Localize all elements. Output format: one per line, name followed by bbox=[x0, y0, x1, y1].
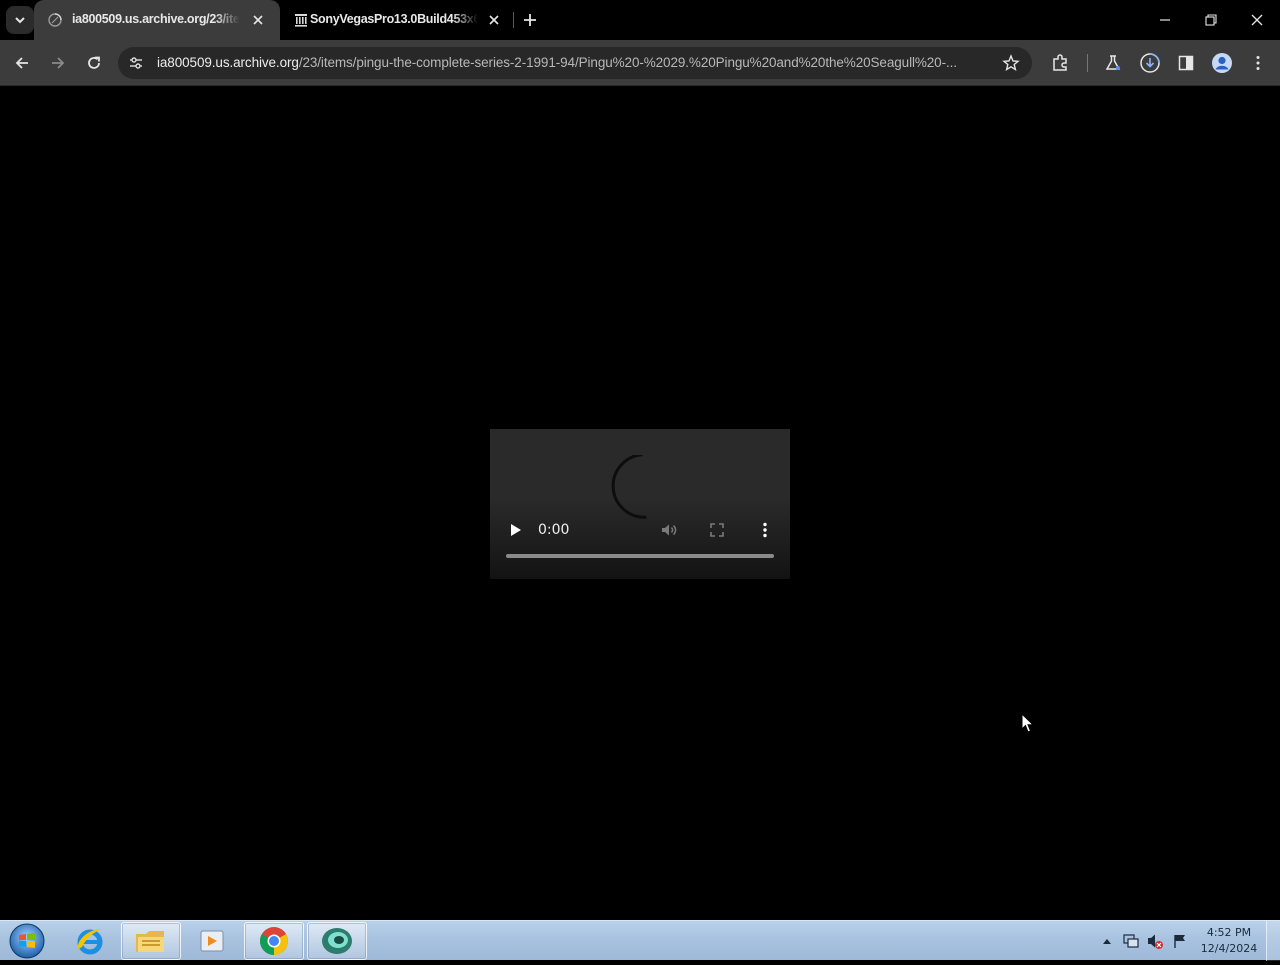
address-bar[interactable]: ia800509.us.archive.org/23/items/pingu-t… bbox=[118, 47, 1032, 79]
reload-icon bbox=[88, 56, 100, 69]
mute-icon[interactable] bbox=[660, 521, 678, 539]
url-path: /23/items/pingu-the-complete-series-2-19… bbox=[298, 55, 957, 70]
toolbar-divider bbox=[1087, 54, 1088, 72]
archive-org-icon bbox=[295, 14, 307, 27]
tab-title: SonyVegasPro13.0Build453x64 bbox=[310, 12, 478, 26]
downloads-icon bbox=[1140, 53, 1160, 73]
video-current-time: 0:00 bbox=[538, 522, 570, 538]
url-host: ia800509.us.archive.org bbox=[157, 55, 299, 70]
site-settings-icon[interactable] bbox=[128, 55, 144, 71]
new-tab-icon[interactable] bbox=[520, 10, 540, 30]
taskbar-internet-explorer[interactable] bbox=[60, 922, 120, 960]
more-options-icon[interactable] bbox=[756, 521, 774, 539]
taskbar-file-explorer[interactable] bbox=[121, 922, 181, 960]
loading-spinner-icon bbox=[611, 455, 647, 519]
taskbar: 4:52 PM 12/4/2024 bbox=[0, 920, 1280, 961]
back-icon bbox=[15, 57, 28, 69]
side-panel-button[interactable] bbox=[1174, 51, 1198, 75]
tab-search-button[interactable] bbox=[6, 6, 34, 34]
taskbar-chrome[interactable] bbox=[244, 922, 304, 960]
fullscreen-icon[interactable] bbox=[709, 522, 725, 538]
labs-button[interactable] bbox=[1101, 51, 1125, 75]
browser-toolbar: ia800509.us.archive.org/23/items/pingu-t… bbox=[0, 40, 1280, 86]
restore-icon[interactable] bbox=[1199, 8, 1223, 32]
chevron-down-icon bbox=[15, 17, 25, 24]
tab-strip: ia800509.us.archive.org/23/items/pingu-t… bbox=[0, 0, 1280, 40]
profile-icon bbox=[1212, 53, 1232, 73]
chrome-icon bbox=[260, 927, 288, 955]
show-desktop-button[interactable] bbox=[1266, 921, 1280, 961]
windows-start-icon bbox=[9, 923, 45, 959]
show-hidden-icons-icon[interactable] bbox=[1101, 927, 1113, 955]
bluestacks-icon bbox=[322, 928, 352, 954]
volume-muted-icon[interactable] bbox=[1146, 927, 1164, 955]
media-player-icon bbox=[200, 930, 224, 952]
action-center-flag-icon[interactable] bbox=[1171, 927, 1189, 955]
taskbar-clock[interactable]: 4:52 PM 12/4/2024 bbox=[1196, 925, 1262, 957]
globe-loading-icon bbox=[48, 13, 62, 27]
close-tab-icon[interactable] bbox=[486, 12, 502, 28]
extensions-icon bbox=[1053, 54, 1067, 71]
chrome-menu-button[interactable] bbox=[1246, 51, 1270, 75]
menu-icon bbox=[1256, 56, 1260, 70]
tab-active[interactable]: ia800509.us.archive.org/23/items/pingu-t… bbox=[34, 0, 280, 40]
reload-button[interactable] bbox=[82, 51, 106, 75]
start-button[interactable] bbox=[6, 922, 48, 960]
close-tab-icon[interactable] bbox=[250, 12, 266, 28]
play-icon[interactable] bbox=[506, 521, 524, 539]
clock-time: 4:52 PM bbox=[1206, 926, 1252, 939]
page-content: 0:00 bbox=[0, 87, 1280, 920]
taskbar-media-player[interactable] bbox=[182, 922, 242, 960]
taskbar-bluestacks[interactable] bbox=[307, 922, 367, 960]
profile-button[interactable] bbox=[1210, 51, 1234, 75]
tab-inactive[interactable]: SonyVegasPro13.0Build453x64 bbox=[280, 0, 508, 40]
side-panel-icon bbox=[1178, 55, 1194, 71]
forward-button[interactable] bbox=[46, 51, 70, 75]
url-text[interactable]: ia800509.us.archive.org/23/items/pingu-t… bbox=[157, 55, 995, 73]
file-explorer-icon bbox=[136, 931, 164, 952]
video-progress-bar[interactable] bbox=[506, 554, 774, 558]
tab-title: ia800509.us.archive.org/23/items/pingu-t… bbox=[72, 12, 240, 26]
mouse-cursor-icon bbox=[1021, 713, 1035, 733]
video-player[interactable]: 0:00 bbox=[490, 429, 790, 579]
clock-date: 12/4/2024 bbox=[1200, 942, 1258, 955]
forward-icon bbox=[52, 57, 65, 69]
tab-separator bbox=[513, 12, 514, 28]
back-button[interactable] bbox=[10, 51, 34, 75]
network-icon[interactable] bbox=[1122, 927, 1140, 955]
minimize-icon[interactable] bbox=[1153, 8, 1177, 32]
close-window-icon[interactable] bbox=[1245, 8, 1269, 32]
bookmark-star-icon[interactable] bbox=[1002, 54, 1020, 72]
extensions-button[interactable] bbox=[1048, 51, 1072, 75]
internet-explorer-icon bbox=[77, 929, 103, 955]
downloads-button[interactable] bbox=[1138, 51, 1162, 75]
labs-flask-icon bbox=[1105, 55, 1121, 70]
